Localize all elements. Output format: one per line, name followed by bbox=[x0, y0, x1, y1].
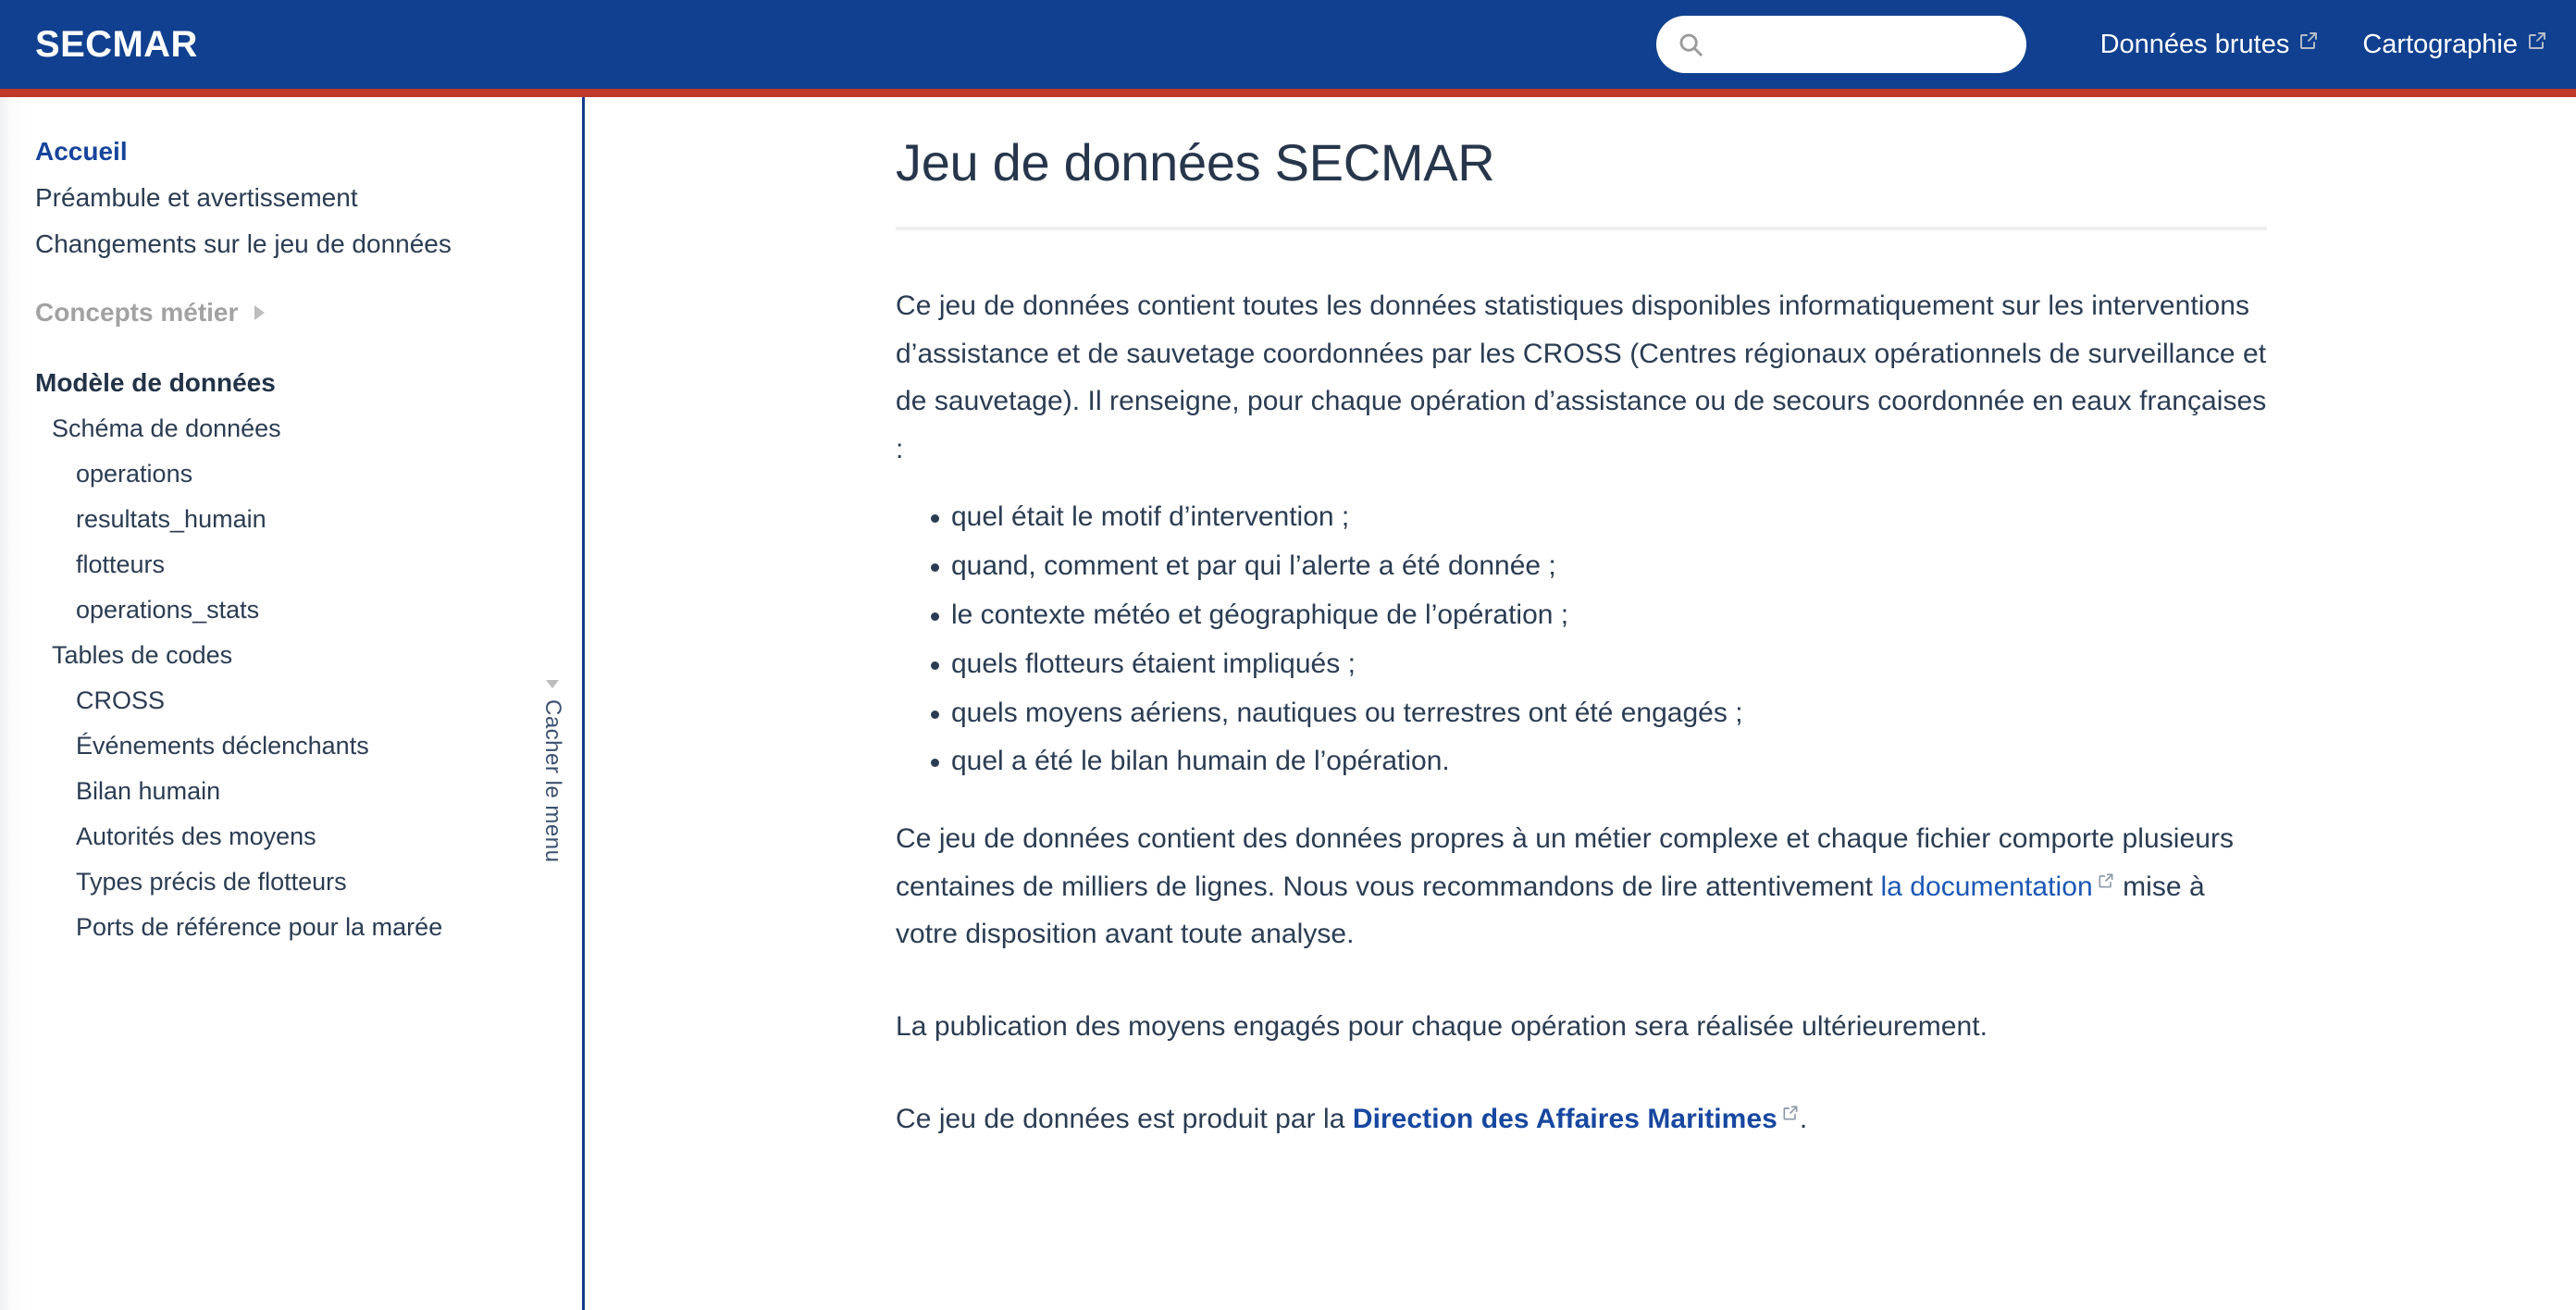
page-title: Jeu de données SECMAR bbox=[896, 133, 1495, 192]
external-link-icon bbox=[2526, 30, 2548, 52]
sidebar-item-modele-de-donnees[interactable]: Modèle de données bbox=[0, 360, 582, 406]
sidebar-item-cross[interactable]: CROSS bbox=[0, 678, 582, 723]
list-item: quel a été le bilan humain de l’opératio… bbox=[931, 747, 2267, 776]
app-brand-secmar[interactable]: SECMAR bbox=[35, 26, 198, 63]
sidebar-item-label: CROSS bbox=[76, 686, 166, 714]
sidebar-item-label: Autorités des moyens bbox=[76, 822, 316, 850]
search-input[interactable] bbox=[1713, 30, 2010, 59]
sidebar-item-label: Préambule et avertissement bbox=[35, 183, 358, 212]
sidebar-item-label: Tables de codes bbox=[52, 641, 233, 669]
producer-paragraph: Ce jeu de données est produit par la Dir… bbox=[896, 1095, 2267, 1143]
search-box[interactable] bbox=[1655, 16, 2026, 73]
triangle-left-icon bbox=[546, 680, 559, 688]
title-divider bbox=[896, 227, 2267, 230]
header-link-donnees-brutes[interactable]: Données brutes bbox=[2099, 24, 2322, 66]
page-body: Accueil Préambule et avertissement Chang… bbox=[0, 97, 2576, 1310]
sidebar-item-evenements-declenchants[interactable]: Événements déclenchants bbox=[0, 723, 582, 769]
external-link-icon bbox=[2297, 30, 2320, 52]
documentation-paragraph: Ce jeu de données contient des données p… bbox=[896, 815, 2267, 958]
sidebar-item-ports-de-reference[interactable]: Ports de référence pour la marée bbox=[0, 905, 582, 950]
sidebar-item-label: Concepts métier bbox=[35, 298, 239, 327]
paragraph-text-before: Ce jeu de données est produit par la bbox=[896, 1103, 1353, 1134]
sidebar-item-resultats-humain[interactable]: resultats_humain bbox=[0, 497, 582, 542]
app-header: SECMAR Données brutes Cartographie bbox=[0, 0, 2576, 89]
header-accent-stripe bbox=[0, 89, 2576, 97]
intro-bullet-list: quel était le motif d’intervention ; qua… bbox=[896, 502, 2267, 776]
header-right-group: Données brutes Cartographie bbox=[1655, 16, 2576, 73]
sidebar-item-concepts-metier[interactable]: Concepts métier bbox=[0, 290, 582, 336]
link-label: la documentation bbox=[1880, 871, 2093, 902]
link-label: Direction des Affaires Maritimes bbox=[1352, 1103, 1777, 1134]
sidebar-item-label: Schéma de données bbox=[52, 414, 281, 442]
publication-paragraph: La publication des moyens engagés pour c… bbox=[896, 1010, 1988, 1042]
sidebar-item-changements[interactable]: Changements sur le jeu de données bbox=[0, 221, 582, 267]
sidebar-item-label: operations_stats bbox=[76, 596, 260, 624]
sidebar-item-operations[interactable]: operations bbox=[0, 451, 582, 497]
list-item: quel était le motif d’intervention ; bbox=[931, 502, 2267, 532]
sidebar-item-preambule[interactable]: Préambule et avertissement bbox=[0, 175, 582, 221]
sidebar-item-label: Changements sur le jeu de données bbox=[35, 229, 452, 258]
hide-menu-toggle[interactable]: Cacher le menu bbox=[532, 680, 573, 862]
sidebar-item-operations-stats[interactable]: operations_stats bbox=[0, 587, 582, 633]
sidebar-item-tables-de-codes[interactable]: Tables de codes bbox=[0, 633, 582, 678]
external-link-icon bbox=[2097, 871, 2115, 890]
sidebar-item-label: Ports de référence pour la marée bbox=[76, 913, 443, 941]
list-item: quels moyens aériens, nautiques ou terre… bbox=[931, 698, 2267, 728]
sidebar-item-bilan-humain[interactable]: Bilan humain bbox=[0, 769, 582, 814]
external-link-icon bbox=[1781, 1104, 1800, 1122]
sidebar-item-label: flotteurs bbox=[76, 550, 166, 578]
direction-affaires-maritimes-link[interactable]: Direction des Affaires Maritimes bbox=[1353, 1104, 1800, 1134]
list-item: le contexte météo et géographique de l’o… bbox=[931, 600, 2267, 630]
header-link-label: Données brutes bbox=[2099, 29, 2290, 59]
chevron-right-icon bbox=[254, 305, 266, 320]
documentation-link[interactable]: la documentation bbox=[1880, 871, 2114, 902]
content-column: Jeu de données SECMAR Ce jeu de données … bbox=[896, 97, 2267, 1143]
sidebar-item-label: Accueil bbox=[35, 137, 128, 166]
intro-paragraph: Ce jeu de données contient toutes les do… bbox=[896, 290, 2267, 464]
sidebar-item-label: Bilan humain bbox=[76, 777, 221, 805]
sidebar-item-label: operations bbox=[76, 460, 193, 488]
header-link-label: Cartographie bbox=[2362, 29, 2518, 59]
search-icon bbox=[1677, 31, 1704, 58]
paragraph-text-after: . bbox=[1799, 1103, 1808, 1134]
list-item: quand, comment et par qui l’alerte a été… bbox=[931, 551, 2267, 581]
sidebar-item-accueil[interactable]: Accueil bbox=[0, 129, 582, 175]
sidebar-item-label: Types précis de flotteurs bbox=[76, 868, 347, 896]
sidebar-item-label: Modèle de données bbox=[35, 368, 276, 397]
sidebar-item-label: resultats_humain bbox=[76, 505, 266, 533]
sidebar-item-label: Événements déclenchants bbox=[76, 732, 369, 760]
header-link-cartographie[interactable]: Cartographie bbox=[2360, 24, 2550, 66]
sidebar-item-autorites-des-moyens[interactable]: Autorités des moyens bbox=[0, 814, 582, 859]
sidebar-item-schema-de-donnees[interactable]: Schéma de données bbox=[0, 406, 582, 451]
list-item: quels flotteurs étaient impliqués ; bbox=[931, 649, 2267, 679]
sidebar-item-flotteurs[interactable]: flotteurs bbox=[0, 542, 582, 587]
hide-menu-label: Cacher le menu bbox=[540, 699, 565, 863]
sidebar-item-types-precis-de-flotteurs[interactable]: Types précis de flotteurs bbox=[0, 859, 582, 905]
sidebar-nav: Accueil Préambule et avertissement Chang… bbox=[0, 97, 582, 1310]
main-content: Jeu de données SECMAR Ce jeu de données … bbox=[585, 97, 2576, 1310]
